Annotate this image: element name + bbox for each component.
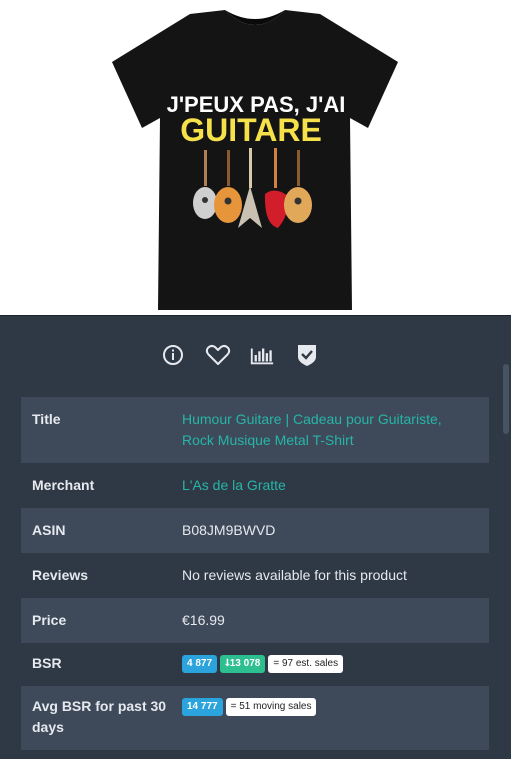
price-value: €16.99: [182, 612, 225, 628]
bsr-sales-badge: = 97 est. sales: [268, 655, 344, 674]
table-row: Avg BSR for past 30 days 14 777 = 51 movi…: [21, 686, 489, 750]
table-row: Title Humour Guitare | Cadeau pour Guita…: [21, 397, 489, 463]
reviews-value: No reviews available for this product: [182, 567, 407, 583]
bsr-rank-badge: 4 877: [182, 655, 218, 674]
action-icon-bar: [160, 340, 320, 370]
product-image: J'PEUX PAS, J'AI GUITARE: [0, 0, 511, 316]
asin-value: B08JM9BWVD: [182, 522, 276, 538]
product-details-panel: Title Humour Guitare | Cadeau pour Guita…: [0, 316, 511, 759]
merchant-label: Merchant: [32, 477, 95, 493]
bsr-label: BSR: [32, 655, 62, 671]
shirt-text-line2: GUITARE: [180, 112, 322, 148]
title-link[interactable]: Humour Guitare | Cadeau pour Guitariste,…: [182, 411, 442, 448]
bar-chart-icon[interactable]: [249, 342, 275, 368]
bsr-badges: 4 877 ⭣13 078 = 97 est. sales: [171, 643, 489, 686]
avg-bsr-rank-badge: 14 777: [182, 698, 223, 717]
avg-bsr-sales-badge: = 51 moving sales: [225, 698, 317, 717]
table-row: Price €16.99: [21, 598, 489, 643]
price-label: Price: [32, 612, 67, 628]
table-row: ASIN B08JM9BWVD: [21, 508, 489, 553]
t-shirt-image: J'PEUX PAS, J'AI GUITARE: [112, 10, 398, 310]
merchant-link[interactable]: L'As de la Gratte: [182, 477, 286, 493]
shield-check-icon[interactable]: [294, 342, 320, 368]
scrollbar-thumb[interactable]: [503, 364, 509, 434]
info-icon[interactable]: [160, 342, 186, 368]
reviews-label: Reviews: [32, 567, 89, 583]
title-label: Title: [32, 411, 61, 427]
avg-bsr-label: Avg BSR for past 30 days: [32, 698, 167, 735]
table-row: Reviews No reviews available for this pr…: [21, 553, 489, 598]
avg-bsr-badges: 14 777 = 51 moving sales: [171, 686, 489, 750]
asin-label: ASIN: [32, 522, 66, 538]
table-row: Merchant L'As de la Gratte: [21, 463, 489, 508]
product-details-table: Title Humour Guitare | Cadeau pour Guita…: [21, 397, 489, 750]
table-row: BSR 4 877 ⭣13 078 = 97 est. sales: [21, 643, 489, 686]
bsr-change-badge: ⭣13 078: [220, 655, 266, 674]
heart-icon[interactable]: [205, 342, 231, 368]
